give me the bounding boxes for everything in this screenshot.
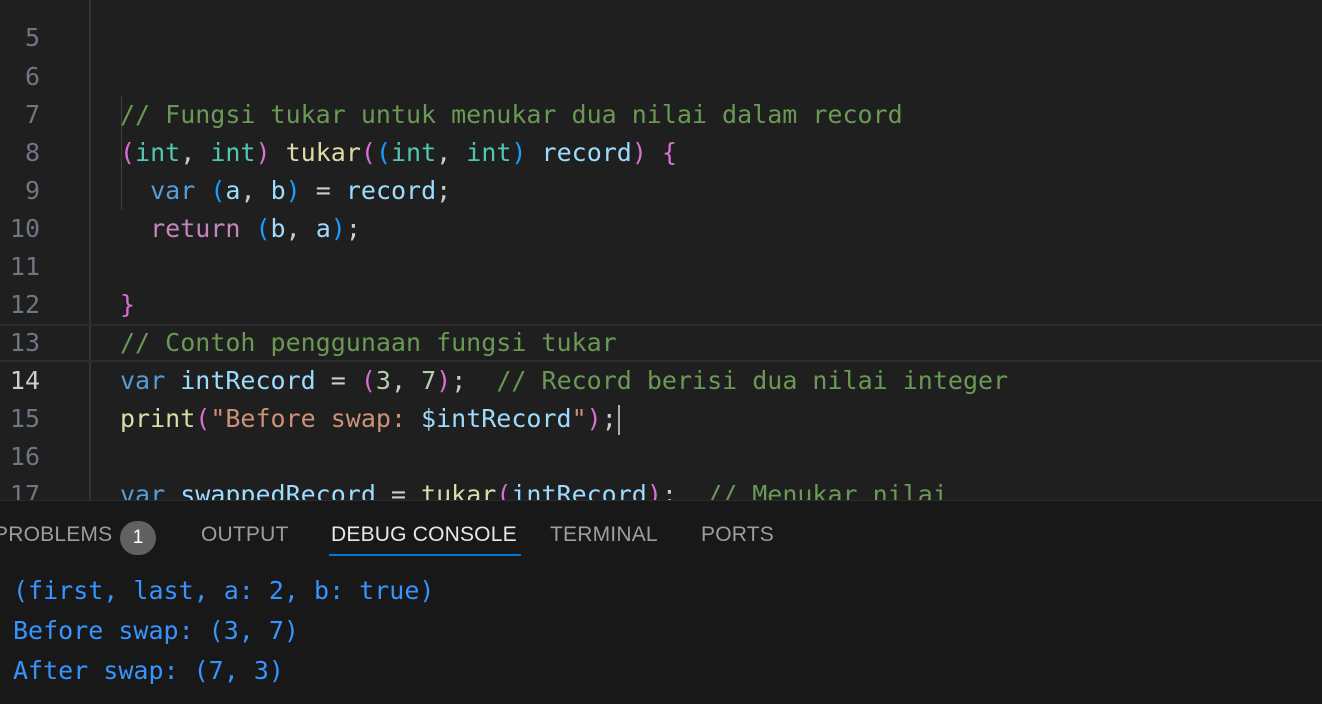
bottom-panel: PROBLEMS 1 OUTPUT DEBUG CONSOLE TERMINAL… [0,500,1322,704]
code-editor[interactable]: 5 6 // Fungsi tukar untuk menukar dua ni… [0,0,1322,500]
code-line-13[interactable]: 13 var intRecord = (3, 7); // Record ber… [0,286,1322,395]
code-line-9[interactable]: 9 return (b, a); [0,134,1322,243]
problems-count-badge: 1 [120,521,156,555]
tab-output[interactable]: OUTPUT [201,523,289,547]
code-line-12[interactable]: 12 // Contoh penggunaan fungsi tukar [0,248,1322,357]
code-line-15[interactable]: 15 [0,362,1322,433]
code-line-8[interactable]: 8 var (a, b) = record; [0,96,1322,205]
debug-console-output[interactable]: (first, last, a: 2, b: true) Before swap… [13,571,434,691]
tab-ports[interactable]: PORTS [701,523,774,547]
console-line: Before swap: (3, 7) [13,616,299,645]
tab-terminal[interactable]: TERMINAL [550,523,658,547]
code-line-5[interactable]: 5 [0,0,1322,52]
console-line: After swap: (7, 3) [13,656,284,685]
code-line-7[interactable]: 7 (int, int) tukar((int, int) record) { [0,58,1322,167]
console-line: (first, last, a: 2, b: true) [13,576,435,605]
code-line-11[interactable]: 11 } [0,210,1322,319]
tab-problems[interactable]: PROBLEMS [0,523,112,547]
tab-debug-console[interactable]: DEBUG CONSOLE [329,523,521,556]
code-line-16[interactable]: 16 var swappedRecord = tukar(intRecord);… [0,400,1322,500]
panel-tab-bar: PROBLEMS 1 OUTPUT DEBUG CONSOLE TERMINAL… [0,501,1322,571]
code-line-6[interactable]: 6 // Fungsi tukar untuk menukar dua nila… [0,20,1322,129]
code-line-17[interactable]: 17 print("After swap: $swappedRecord"); [0,438,1322,500]
code-line-10[interactable]: 10 [0,172,1322,243]
code-line-14-current[interactable]: 14 print("Before swap: $intRecord"); [0,324,1322,435]
code-line-18[interactable]: 18 [0,476,1322,500]
